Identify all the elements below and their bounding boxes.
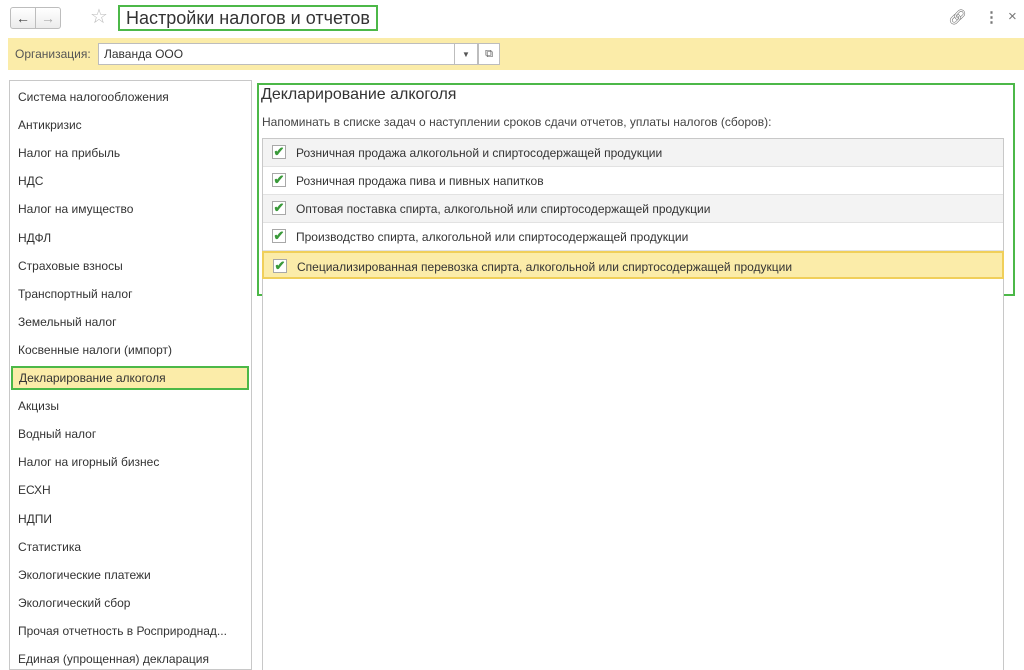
star-icon[interactable]: ☆ (90, 4, 108, 29)
organization-label: Организация: (15, 47, 91, 61)
sidebar-item[interactable]: Налог на прибыль (10, 141, 251, 165)
link-icon[interactable]: 🔗︎ (948, 8, 967, 26)
sidebar-item[interactable]: Налог на имущество (10, 197, 251, 221)
checkbox[interactable]: ✔ (273, 259, 287, 273)
more-icon[interactable]: ⋮ (984, 8, 999, 26)
sidebar-item[interactable]: Косвенные налоги (импорт) (10, 338, 251, 362)
close-icon[interactable]: × (1008, 8, 1017, 25)
arrow-left-icon: ← (16, 10, 30, 26)
checkmark-icon: ✔ (273, 144, 285, 159)
list-item[interactable]: ✔ Розничная продажа алкогольной и спиртос… (263, 139, 1003, 167)
open-window-icon: ⧉ (485, 47, 493, 60)
checkbox[interactable]: ✔ (272, 145, 286, 159)
sidebar-item[interactable]: НДС (10, 169, 251, 193)
list-item[interactable]: ✔ Оптовая поставка спирта, алкогольной ил… (263, 195, 1003, 223)
checkbox[interactable]: ✔ (272, 173, 286, 187)
sidebar-item[interactable]: Водный налог (10, 422, 251, 446)
list-item-label: Розничная продажа алкогольной и спиртосо… (296, 146, 663, 160)
sidebar-item[interactable]: Декларирование алкоголя (11, 366, 249, 390)
sidebar-item[interactable]: Акцизы (10, 394, 251, 418)
organization-open-button[interactable]: ⧉ (478, 43, 500, 65)
page-title-box: Настройки налогов и отчетов (118, 5, 378, 31)
page-title: Настройки налогов и отчетов (126, 7, 370, 28)
sidebar-item[interactable]: Статистика (10, 535, 251, 559)
section-hint: Напоминать в списке задач о наступлении … (262, 115, 772, 129)
sidebar-item[interactable]: НДПИ (10, 507, 251, 531)
sidebar-item[interactable]: ЕСХН (10, 478, 251, 502)
organization-bar: Организация: Лаванда ООО ▼ ⧉ (8, 38, 1024, 70)
list-item-label: Розничная продажа пива и пивных напитков (296, 174, 544, 188)
checkmark-icon: ✔ (273, 228, 285, 243)
forward-button[interactable]: → (35, 7, 61, 29)
sidebar-item[interactable]: Страховые взносы (10, 254, 251, 278)
list-item-label: Оптовая поставка спирта, алкогольной или… (296, 202, 711, 216)
sidebar: Система налогообложения Антикризис Налог н… (9, 80, 252, 670)
sidebar-item[interactable]: Система налогообложения (10, 85, 251, 109)
sidebar-item[interactable]: Земельный налог (10, 310, 251, 334)
reminder-list: ✔ Розничная продажа алкогольной и спиртос… (262, 138, 1004, 670)
sidebar-item[interactable]: НДФЛ (10, 226, 251, 250)
list-item[interactable]: ✔ Розничная продажа пива и пивных напитко… (263, 167, 1003, 195)
sidebar-item[interactable]: Экологический сбор (10, 591, 251, 615)
checkmark-icon: ✔ (273, 172, 285, 187)
list-item[interactable]: ✔ Специализированная перевозка спирта, ал… (262, 251, 1004, 279)
sidebar-item[interactable]: Налог на игорный бизнес (10, 450, 251, 474)
list-item-label: Производство спирта, алкогольной или спи… (296, 230, 689, 244)
sidebar-item[interactable]: Единая (упрощенная) декларация (10, 647, 251, 669)
organization-field[interactable]: Лаванда ООО (98, 43, 478, 65)
organization-dropdown-button[interactable]: ▼ (454, 43, 478, 65)
arrow-right-icon: → (41, 10, 55, 26)
list-item[interactable]: ✔ Производство спирта, алкогольной или сп… (263, 223, 1003, 251)
list-item-label: Специализированная перевозка спирта, алк… (297, 260, 793, 274)
title-bar: ← → ☆ Настройки налогов и отчетов 🔗︎ ⋮ × (0, 0, 1024, 36)
sidebar-item[interactable]: Экологические платежи (10, 563, 251, 587)
sidebar-item[interactable]: Транспортный налог (10, 282, 251, 306)
checkmark-icon: ✔ (273, 200, 285, 215)
section-title: Декларирование алкоголя (261, 86, 457, 103)
checkmark-icon: ✔ (274, 258, 286, 273)
back-button[interactable]: ← (10, 7, 36, 29)
sidebar-item[interactable]: Прочая отчетность в Росприроднад... (10, 619, 251, 643)
sidebar-item[interactable]: Антикризис (10, 113, 251, 137)
checkbox[interactable]: ✔ (272, 201, 286, 215)
checkbox[interactable]: ✔ (272, 229, 286, 243)
chevron-down-icon: ▼ (462, 49, 470, 59)
